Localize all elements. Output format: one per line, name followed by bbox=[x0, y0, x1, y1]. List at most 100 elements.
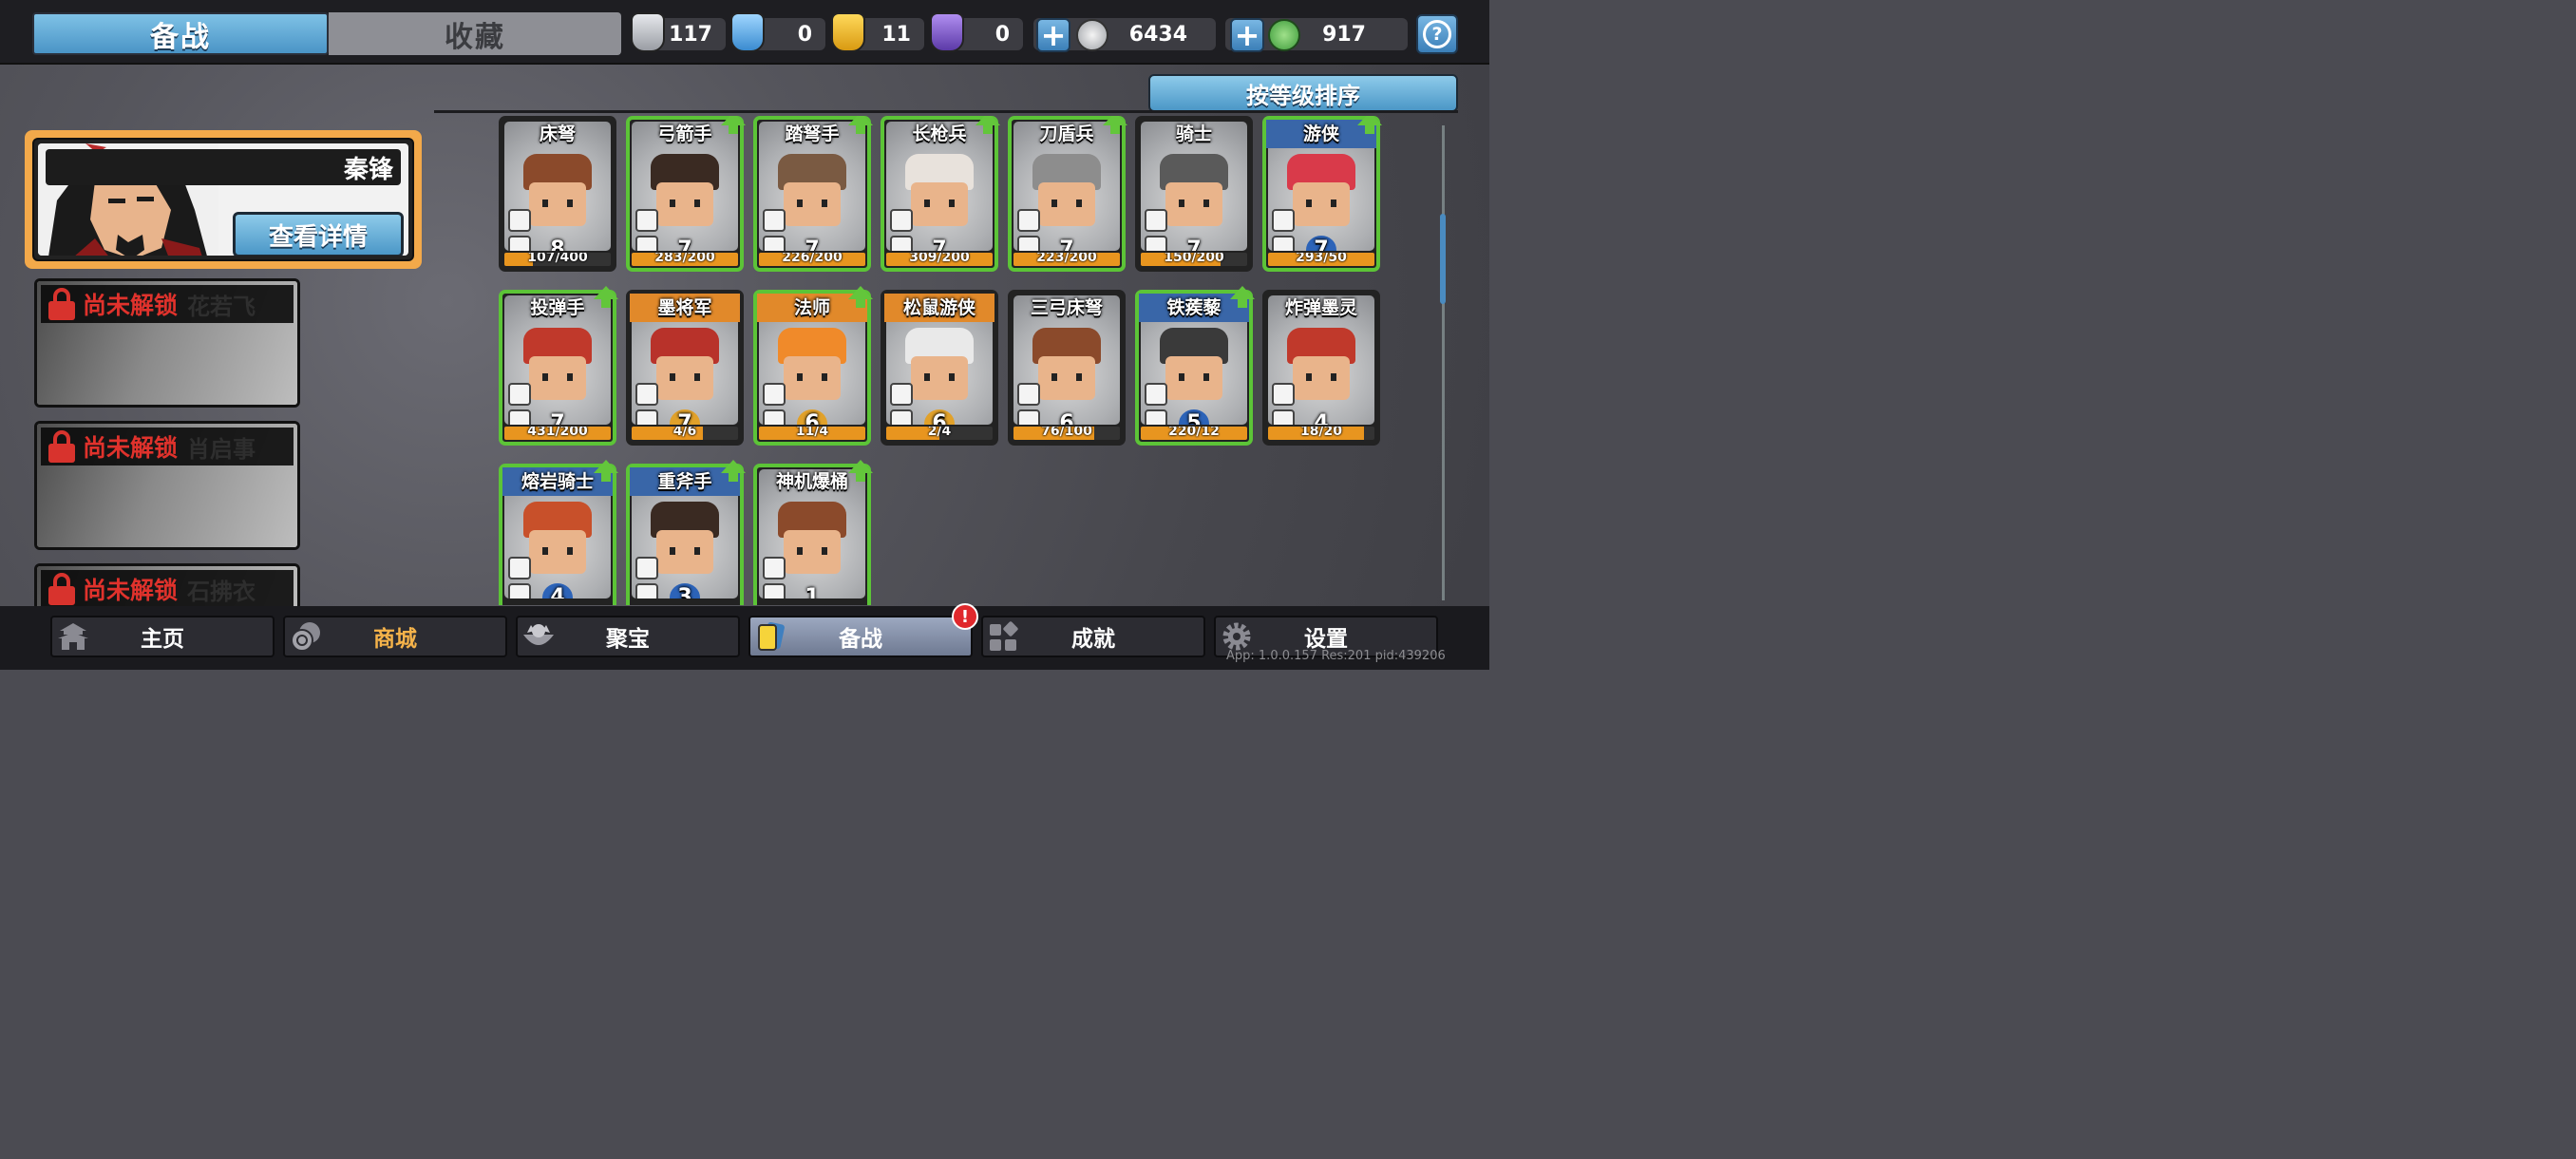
unit-level: 7 bbox=[1186, 238, 1202, 251]
progress-text: 220/12 bbox=[1168, 427, 1220, 439]
leader-name-bar: 秦锋 bbox=[46, 149, 401, 185]
pagoda-icon bbox=[58, 623, 88, 650]
brick-icon bbox=[1017, 383, 1040, 406]
locked-hero-card[interactable]: 尚未解锁 肖启事 bbox=[34, 421, 300, 550]
unit-progress-bar: 226/200 bbox=[759, 253, 865, 266]
upgrade-arrow-icon bbox=[848, 116, 873, 134]
unit-level: 1 bbox=[805, 585, 820, 598]
unit-card[interactable]: 7 游侠 293/50 bbox=[1262, 116, 1382, 272]
unit-level: 8 bbox=[550, 238, 565, 251]
unit-progress-bar: 107/400 bbox=[504, 253, 611, 266]
main-tabs: 备战 收藏 bbox=[32, 12, 621, 55]
upgrade-arrow-icon bbox=[594, 460, 618, 482]
unit-card[interactable]: 7 骑士 150/200 bbox=[1135, 116, 1253, 272]
progress-text: 76/100 bbox=[1041, 427, 1092, 439]
wind-icon bbox=[890, 409, 913, 425]
unit-progress-bar: 431/200 bbox=[504, 427, 611, 440]
unit-card[interactable]: 6 松鼠游侠 2/4 bbox=[881, 290, 998, 446]
unit-level: 4 bbox=[542, 583, 573, 598]
upgrade-arrow-icon bbox=[721, 460, 746, 482]
unit-card[interactable]: 1 神机爆桶 bbox=[753, 460, 873, 605]
unit-level: 7 bbox=[805, 238, 820, 251]
unit-level: 7 bbox=[550, 411, 565, 425]
treasure-bowl-icon bbox=[523, 624, 554, 645]
purple-shield-icon bbox=[930, 12, 964, 52]
horse-icon bbox=[1272, 236, 1295, 251]
unit-card[interactable]: 7 刀盾兵 223/200 bbox=[1008, 116, 1127, 272]
upgrade-arrow-icon bbox=[848, 286, 873, 308]
add-silver-button[interactable]: + bbox=[1036, 18, 1070, 52]
upgrade-arrow-icon bbox=[848, 460, 873, 482]
scrollbar-track[interactable] bbox=[1442, 125, 1445, 600]
locked-hero-card[interactable]: 尚未解锁 花若飞 bbox=[34, 278, 300, 408]
progress-text: 150/200 bbox=[1164, 253, 1224, 265]
tab-collection[interactable]: 收藏 bbox=[329, 12, 621, 55]
sort-by-level-button[interactable]: 按等级排序 bbox=[1148, 74, 1458, 112]
unit-level: 7 bbox=[932, 238, 947, 251]
unit-card[interactable]: 4 炸弹墨灵 18/20 bbox=[1262, 290, 1380, 446]
resource-value: 0 bbox=[994, 22, 1010, 47]
sword-icon bbox=[890, 209, 913, 232]
resource-value: 117 bbox=[669, 22, 712, 47]
unit-card[interactable]: 6 三弓床弩 76/100 bbox=[1008, 290, 1126, 446]
mask-icon bbox=[1272, 409, 1295, 425]
unit-card[interactable]: 7 弓箭手 283/200 bbox=[626, 116, 746, 272]
helmet-icon bbox=[1145, 236, 1167, 251]
add-jade-button[interactable]: + bbox=[1230, 18, 1264, 52]
resource-purple-shield: 0 bbox=[930, 12, 1023, 52]
wind-icon bbox=[1145, 409, 1167, 425]
brick-icon bbox=[508, 209, 531, 232]
wind-icon bbox=[635, 583, 658, 598]
divider bbox=[434, 110, 1458, 113]
nav-prepare[interactable]: 备战 bbox=[748, 616, 973, 657]
unit-card[interactable]: 7 墨将军 4/6 bbox=[626, 290, 744, 446]
wind-icon bbox=[890, 236, 913, 251]
nav-treasure[interactable]: 聚宝 bbox=[516, 616, 740, 657]
resource-gold-shield: 11 bbox=[831, 12, 924, 52]
unit-card[interactable]: 6 法师 11/4 bbox=[753, 286, 873, 446]
unit-progress-bar: 223/200 bbox=[1013, 253, 1120, 266]
sun-icon bbox=[763, 583, 786, 598]
nav-shop[interactable]: 商城 bbox=[283, 616, 507, 657]
leader-card[interactable]: 秦锋 查看详情 bbox=[25, 130, 422, 269]
leader-name: 秦锋 bbox=[343, 155, 393, 184]
spider-icon bbox=[763, 557, 786, 580]
unit-card[interactable]: 4 熔岩骑士 bbox=[499, 460, 618, 605]
unit-card[interactable]: 5 铁蒺藜 220/12 bbox=[1135, 286, 1255, 446]
unit-progress-bar: 220/12 bbox=[1141, 427, 1247, 440]
unit-progress-bar: 76/100 bbox=[1013, 427, 1120, 440]
mask-icon bbox=[635, 409, 658, 425]
unit-level: 7 bbox=[1306, 236, 1336, 251]
unit-name: 松鼠游侠 bbox=[884, 294, 994, 322]
view-details-button[interactable]: 查看详情 bbox=[233, 212, 404, 256]
skull-icon bbox=[763, 383, 786, 406]
unit-card[interactable]: 8 床弩 107/400 bbox=[499, 116, 616, 272]
nav-home[interactable]: 主页 bbox=[50, 616, 275, 657]
unit-progress-bar: 11/4 bbox=[759, 427, 865, 440]
unit-card[interactable]: 7 长枪兵 309/200 bbox=[881, 116, 1000, 272]
leader-card-body: 秦锋 查看详情 bbox=[38, 143, 408, 256]
locked-header: 尚未解锁 石拂衣 bbox=[41, 570, 294, 608]
locked-header: 尚未解锁 花若飞 bbox=[41, 285, 294, 323]
tab-prepare[interactable]: 备战 bbox=[32, 12, 329, 55]
locked-hero-name: 肖启事 bbox=[187, 435, 256, 463]
progress-text: 283/200 bbox=[654, 253, 715, 265]
helmet-icon bbox=[635, 236, 658, 251]
fist-icon bbox=[508, 236, 531, 251]
nav-label: 设置 bbox=[1304, 627, 1348, 652]
sword-icon bbox=[1017, 209, 1040, 232]
lock-icon bbox=[48, 430, 75, 463]
helmet-icon bbox=[763, 409, 786, 425]
skull-icon bbox=[1145, 209, 1167, 232]
unit-card[interactable]: 3 重斧手 bbox=[626, 460, 746, 605]
sword-icon bbox=[1272, 383, 1295, 406]
progress-text: 223/200 bbox=[1036, 253, 1097, 265]
scrollbar-thumb[interactable] bbox=[1440, 214, 1446, 304]
progress-text: 226/200 bbox=[782, 253, 843, 265]
gold-shield-icon bbox=[831, 12, 865, 52]
help-button[interactable]: ? bbox=[1416, 14, 1458, 54]
unit-card[interactable]: 7 踏弩手 226/200 bbox=[753, 116, 873, 272]
locked-hero-card[interactable]: 尚未解锁 石拂衣 bbox=[34, 563, 300, 611]
nav-achievements[interactable]: 成就 bbox=[981, 616, 1205, 657]
unit-card[interactable]: 7 投弹手 431/200 bbox=[499, 286, 618, 446]
